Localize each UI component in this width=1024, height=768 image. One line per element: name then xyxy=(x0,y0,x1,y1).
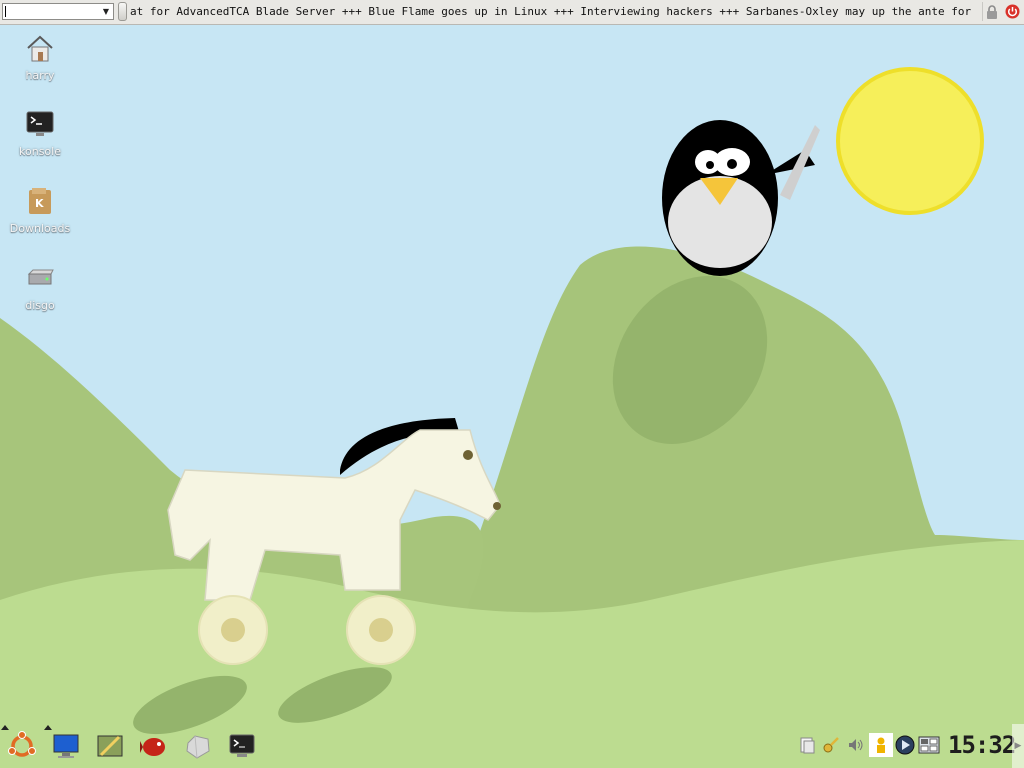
desktop-monitor-icon[interactable] xyxy=(49,730,83,762)
panel-hide-right-icon[interactable]: ▶ xyxy=(1012,724,1024,768)
network-user-icon[interactable] xyxy=(869,733,893,757)
desktop-icon-downloads[interactable]: K Downloads xyxy=(8,185,72,255)
desktop-icon-konsole[interactable]: konsole xyxy=(8,108,72,178)
fish-icon[interactable] xyxy=(137,730,171,762)
terminal-icon[interactable] xyxy=(225,730,259,762)
hard-drive-icon xyxy=(24,262,56,294)
desktop-icon-label: disgo xyxy=(25,299,55,312)
run-command-combobox[interactable]: ▼ xyxy=(2,3,114,20)
panel-clock[interactable]: 15:32 xyxy=(948,730,1016,760)
ubuntu-menu-icon[interactable] xyxy=(5,730,39,762)
media-player-icon[interactable] xyxy=(894,733,916,757)
desktop-icon-disgo[interactable]: disgo xyxy=(8,262,72,332)
top-panel: ▼ at for AdvancedTCA Blade Server +++ Bl… xyxy=(0,0,1024,25)
downloads-folder-icon: K xyxy=(24,185,56,217)
terminal-icon xyxy=(24,108,56,140)
text-editor-icon[interactable] xyxy=(93,730,127,762)
desktop-icon-label: konsole xyxy=(19,145,61,158)
desktop-icon-label: Downloads xyxy=(9,222,71,235)
desktop-icon-harry[interactable]: harry xyxy=(8,32,72,102)
clipboard-icon[interactable] xyxy=(796,733,818,757)
desktop-wallpaper xyxy=(0,0,1024,768)
ticker-drag-handle[interactable] xyxy=(118,2,127,21)
desktop-switch-icon[interactable] xyxy=(917,733,941,757)
svg-text:K: K xyxy=(35,197,44,210)
sun xyxy=(836,67,984,215)
gem-icon[interactable] xyxy=(181,730,215,762)
lock-icon[interactable] xyxy=(982,2,1001,21)
desktop-icon-label: harry xyxy=(25,69,55,82)
news-ticker[interactable]: at for AdvancedTCA Blade Server +++ Blue… xyxy=(130,4,978,20)
chevron-down-icon[interactable]: ▼ xyxy=(99,4,113,19)
keyring-icon[interactable] xyxy=(820,733,842,757)
home-folder-icon xyxy=(24,32,56,64)
volume-icon[interactable] xyxy=(845,733,867,757)
text-caret xyxy=(5,6,6,17)
bottom-panel: 15:32 ▶ xyxy=(0,724,1024,768)
power-icon[interactable] xyxy=(1003,2,1021,21)
